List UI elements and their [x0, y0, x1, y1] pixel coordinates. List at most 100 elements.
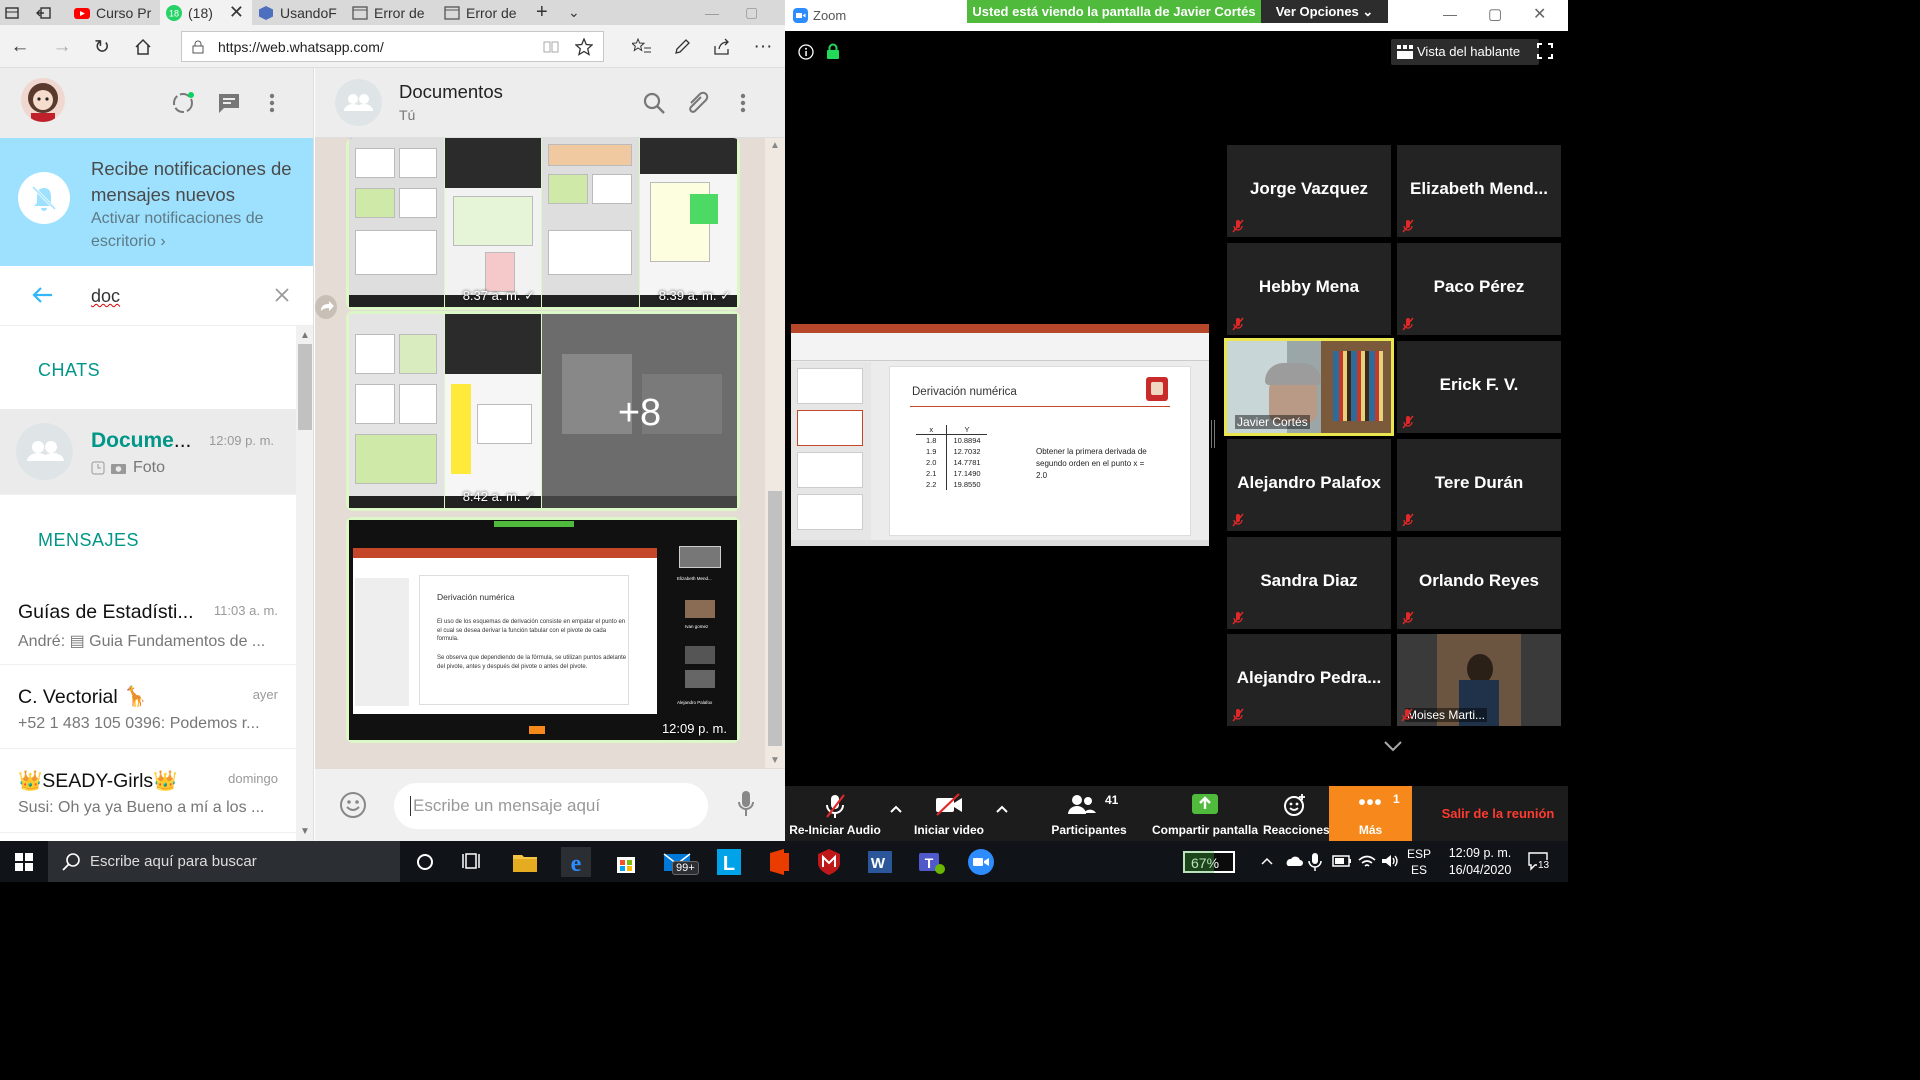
store-icon[interactable]: [611, 847, 641, 877]
edge-browser-icon[interactable]: e: [561, 847, 591, 877]
audio-button[interactable]: Re-Iniciar Audio: [787, 786, 883, 841]
emoji-icon[interactable]: [339, 791, 367, 819]
refresh-icon[interactable]: ↻: [88, 33, 116, 61]
teams-icon[interactable]: T: [916, 847, 946, 877]
share-screen-button[interactable]: Compartir pantalla: [1151, 786, 1259, 841]
battery-icon[interactable]: [1332, 854, 1352, 868]
image-thumbnail[interactable]: [349, 314, 444, 508]
tab-youtube[interactable]: Curso Pr: [74, 0, 158, 25]
maximize-icon[interactable]: ▢: [1488, 5, 1502, 23]
participants-button[interactable]: 41 Participantes: [1047, 786, 1131, 841]
scroll-up-icon[interactable]: ▲: [300, 330, 310, 341]
fullscreen-icon[interactable]: [1537, 43, 1553, 59]
zoom-app-icon[interactable]: [966, 847, 996, 877]
volume-icon[interactable]: [1380, 852, 1400, 870]
tab-actions-icon[interactable]: [4, 0, 26, 25]
image-thumbnail[interactable]: 8:37 a. m. ✓: [445, 138, 541, 307]
sidebar-scrollbar[interactable]: ▲ ▼: [296, 326, 313, 841]
mail-app[interactable]: 99+: [662, 847, 700, 877]
participant-tile[interactable]: Alejandro Pedra...: [1227, 634, 1391, 726]
chat-result-documentos[interactable]: Docume... 12:09 p. m. Foto: [0, 409, 296, 495]
attach-icon[interactable]: [685, 89, 711, 115]
menu-dots-icon[interactable]: [269, 92, 275, 114]
image-message[interactable]: Derivación numérica El uso de los esquem…: [346, 517, 740, 743]
participant-tile[interactable]: Alejandro Palafox: [1227, 439, 1391, 531]
close-icon[interactable]: ✕: [1533, 4, 1546, 24]
favorites-list-icon[interactable]: [628, 33, 656, 61]
notification-banner[interactable]: Recibe notificaciones de mensajes nuevos…: [0, 138, 313, 266]
scrollbar-thumb[interactable]: [298, 344, 312, 430]
back-tabs-icon[interactable]: [36, 0, 60, 25]
image-thumbnail[interactable]: [542, 138, 639, 307]
clear-search-icon[interactable]: [275, 288, 289, 302]
pen-icon[interactable]: [668, 33, 696, 61]
reactions-button[interactable]: Reacciones: [1263, 786, 1330, 841]
leave-meeting-button[interactable]: Salir de la reunión: [1435, 786, 1561, 841]
avatar[interactable]: [21, 78, 65, 122]
info-icon[interactable]: [798, 44, 814, 60]
input-language[interactable]: ESP ES: [1404, 846, 1434, 878]
image-thumbnail[interactable]: 8:42 a. m. ✓: [445, 314, 541, 508]
forward-arrow-icon[interactable]: →: [48, 33, 76, 61]
cortana-icon[interactable]: [412, 847, 442, 877]
more-button[interactable]: ••• 1 Más: [1329, 786, 1412, 841]
home-icon[interactable]: [129, 33, 157, 61]
tab-error-1[interactable]: Error de: [352, 0, 434, 25]
zoom-screenshot-thumbnail[interactable]: Derivación numérica El uso de los esquem…: [349, 520, 737, 740]
audio-options-caret-icon[interactable]: [889, 804, 903, 814]
wifi-icon[interactable]: [1357, 852, 1377, 870]
participant-tile[interactable]: Tere Durán: [1397, 439, 1561, 531]
menu-dots-icon[interactable]: [740, 92, 746, 114]
back-arrow-icon[interactable]: ←: [6, 33, 34, 61]
l-app-icon[interactable]: L: [714, 847, 744, 877]
splitter-handle[interactable]: [1211, 420, 1215, 448]
encryption-lock-icon[interactable]: [826, 43, 840, 60]
status-icon[interactable]: [171, 90, 197, 116]
participant-tile[interactable]: Elizabeth Mend...: [1397, 145, 1561, 237]
forward-icon[interactable]: [315, 295, 337, 319]
tray-caret-icon[interactable]: [1260, 856, 1274, 866]
close-tab-icon[interactable]: ✕: [229, 2, 244, 23]
new-chat-icon[interactable]: [217, 92, 241, 114]
address-bar[interactable]: https://web.whatsapp.com/: [181, 31, 604, 62]
office-icon[interactable]: [764, 847, 794, 877]
search-icon[interactable]: [642, 91, 666, 115]
scrollbar-thumb[interactable]: [768, 491, 782, 746]
video-button[interactable]: Iniciar video: [911, 786, 987, 841]
image-thumbnail[interactable]: [349, 138, 444, 307]
image-thumbnail[interactable]: 8:39 a. m. ✓: [640, 138, 737, 307]
back-arrow-icon[interactable]: [32, 286, 54, 304]
reading-view-icon[interactable]: [543, 40, 559, 54]
video-options-caret-icon[interactable]: [995, 804, 1009, 814]
new-tab-icon[interactable]: +: [536, 0, 556, 25]
tab-whatsapp[interactable]: 18 (18) ✕: [160, 0, 252, 25]
participant-tile[interactable]: Paco Pérez: [1397, 243, 1561, 335]
participant-tile[interactable]: Javier Cortés: [1224, 338, 1394, 436]
minimize-icon[interactable]: —: [1443, 6, 1457, 22]
participant-tile[interactable]: Erick F. V.: [1397, 341, 1561, 433]
tab-usando[interactable]: UsandoF: [258, 0, 338, 25]
view-options-button[interactable]: Ver Opciones ⌄: [1261, 0, 1388, 23]
chat-scrollbar[interactable]: ▲ ▼: [765, 138, 785, 768]
favorite-star-icon[interactable]: [575, 38, 593, 56]
participant-tile[interactable]: Orlando Reyes: [1397, 537, 1561, 629]
onedrive-icon[interactable]: [1283, 853, 1303, 869]
taskbar-search-box[interactable]: Escribe aquí para buscar: [48, 841, 400, 882]
more-images-overlay[interactable]: +8: [542, 314, 737, 508]
clock[interactable]: 12:09 p. m. 16/04/2020: [1440, 845, 1520, 879]
media-album[interactable]: 8:42 a. m. ✓ +8: [346, 311, 740, 511]
share-icon[interactable]: [708, 33, 736, 61]
speaker-view-button[interactable]: Vista del hablante: [1391, 39, 1539, 65]
word-icon[interactable]: W: [865, 847, 895, 877]
scroll-down-icon[interactable]: ▼: [770, 755, 780, 766]
participant-tile[interactable]: Hebby Mena: [1227, 243, 1391, 335]
message-result[interactable]: Guías de Estadísti... 11:03 a. m. André:…: [0, 581, 296, 665]
mcafee-icon[interactable]: [814, 847, 844, 877]
scroll-up-icon[interactable]: ▲: [770, 140, 780, 151]
message-result[interactable]: C. Vectorial 🦒 ayer +52 1 483 105 0396: …: [0, 665, 296, 749]
minimize-icon[interactable]: —: [705, 0, 725, 25]
participant-tile[interactable]: Jorge Vazquez: [1227, 145, 1391, 237]
participant-tile[interactable]: Moises Marti...: [1397, 634, 1561, 726]
tab-error-2[interactable]: Error de: [444, 0, 524, 25]
microphone-icon[interactable]: [1308, 852, 1322, 872]
